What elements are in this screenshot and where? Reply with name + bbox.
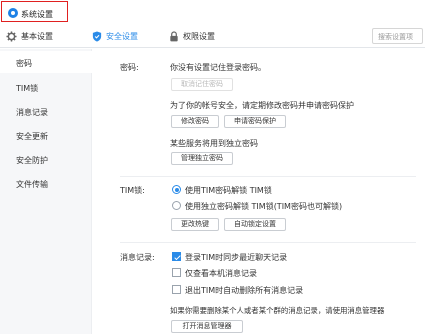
tab-label: 权限设置 (183, 31, 215, 41)
independent-password-text: 某些服务将用到独立密码 (170, 139, 258, 148)
tab-basic-settings[interactable]: 基本设置 (6, 24, 53, 48)
tim-password-unlock-radio[interactable] (172, 185, 181, 194)
independent-password-unlock-radio[interactable] (172, 201, 181, 210)
sync-recent-chats-label: 登录TIM时同步最近聊天记录 (185, 253, 288, 262)
independent-password-unlock-label: 使用独立密码解锁 TIM锁(TIM密码也可解锁) (185, 202, 343, 211)
shield-icon (92, 30, 102, 42)
sidebar-item-security-update[interactable]: 安全更新 (0, 124, 92, 146)
password-status-text: 你没有设置记住登录密码。 (170, 63, 266, 72)
tab-security-settings[interactable]: 安全设置 (92, 24, 138, 48)
tim-lock-section-label: TIM锁: (120, 186, 145, 195)
app-logo-icon (8, 8, 18, 18)
open-message-manager-button[interactable]: 打开消息管理器 (171, 320, 243, 333)
local-records-only-label: 仅查看本机消息记录 (185, 269, 257, 278)
window-title: 系统设置 (21, 10, 53, 19)
auto-lock-settings-button[interactable]: 自动锁定设置 (224, 218, 286, 231)
password-protect-text: 为了你的帐号安全，请定期修改密码并申请密码保护 (170, 101, 354, 110)
tab-permission-settings[interactable]: 权限设置 (169, 24, 215, 48)
auto-delete-records-checkbox[interactable] (172, 285, 181, 294)
section-divider (120, 242, 416, 243)
tab-label: 安全设置 (106, 31, 138, 41)
tab-label: 基本设置 (21, 31, 53, 41)
sidebar-item-tim-lock[interactable]: TIM锁 (0, 76, 92, 98)
manage-independent-password-button[interactable]: 管理独立密码 (171, 152, 233, 165)
settings-tab-bar: 基本设置 安全设置 权限设置 搜索设置项 (0, 24, 425, 48)
message-record-section-label: 消息记录: (120, 253, 155, 262)
password-section-label: 密码: (120, 63, 139, 72)
tim-password-unlock-label: 使用TIM密码解锁 TIM锁 (185, 186, 272, 195)
cancel-remember-password-button[interactable]: 取消记住密码 (171, 78, 233, 91)
apply-password-protection-button[interactable]: 申请密码保护 (224, 115, 286, 128)
title-bar: 系统设置 (0, 0, 425, 24)
sidebar-item-file-transfer[interactable]: 文件传输 (0, 172, 92, 194)
sync-recent-chats-checkbox[interactable] (172, 252, 181, 261)
change-password-button[interactable]: 修改密码 (171, 115, 219, 128)
change-hotkey-button[interactable]: 更改热键 (171, 218, 219, 231)
sidebar-item-security-protection[interactable]: 安全防护 (0, 148, 92, 170)
lock-icon (169, 30, 179, 42)
settings-content: 密码: 你没有设置记住登录密码。 取消记住密码 为了你的帐号安全，请定期修改密码… (93, 49, 425, 334)
search-input[interactable]: 搜索设置项 (372, 28, 423, 44)
settings-sidebar: 密码 TIM锁 消息记录 安全更新 安全防护 文件传输 (0, 49, 92, 334)
window-title-highlight: 系统设置 (1, 1, 68, 22)
section-divider (120, 176, 416, 177)
auto-delete-records-label: 退出TIM时自动删除所有消息记录 (185, 286, 304, 295)
gear-icon (6, 30, 17, 42)
local-records-only-checkbox[interactable] (172, 268, 181, 277)
sidebar-item-password[interactable]: 密码 (0, 51, 92, 73)
message-manager-hint-text: 如果你需要删除某个人或者某个群的消息记录，请使用消息管理器 (170, 306, 385, 315)
sidebar-item-message-record[interactable]: 消息记录 (0, 100, 92, 122)
